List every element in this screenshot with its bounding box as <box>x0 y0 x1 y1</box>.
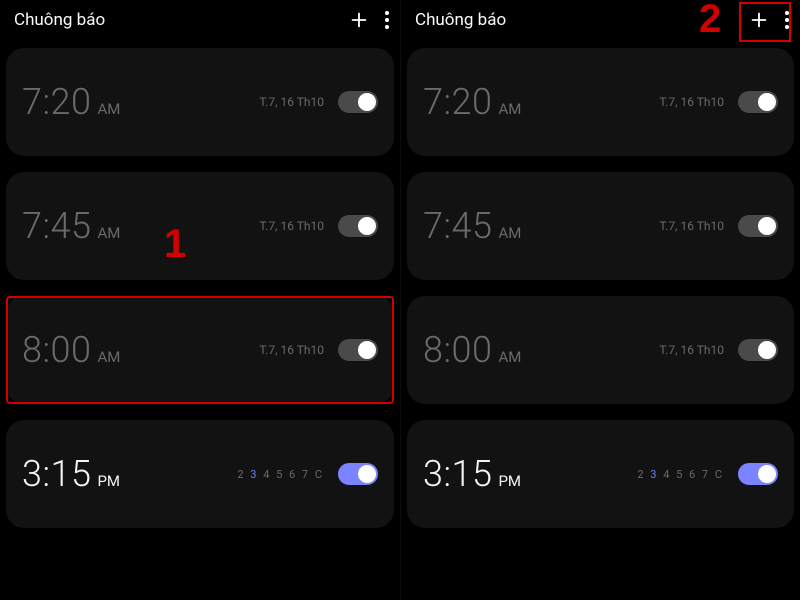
alarm-date: T.7, 16 Th10 <box>259 219 324 233</box>
alarm-toggle[interactable] <box>738 339 778 361</box>
alarm-date: T.7, 16 Th10 <box>659 343 724 357</box>
alarm-toggle[interactable] <box>338 91 378 113</box>
alarm-time: 7:20 <box>22 81 91 123</box>
alarm-right: T.7, 16 Th10 <box>259 215 378 237</box>
alarm-time-block: 3:15 PM <box>423 453 521 495</box>
alarm-card[interactable]: 8:00 AM T.7, 16 Th10 <box>407 296 794 404</box>
alarm-time: 7:45 <box>22 205 91 247</box>
alarm-card[interactable]: 7:20 AM T.7, 16 Th10 <box>6 48 394 156</box>
add-alarm-icon[interactable] <box>348 9 370 31</box>
alarm-right: T.7, 16 Th10 <box>659 215 778 237</box>
alarm-list: 7:20 AM T.7, 16 Th10 7:45 AM T.7, 16 Th1… <box>401 40 800 528</box>
alarm-ampm: AM <box>498 100 521 118</box>
alarm-date: T.7, 16 Th10 <box>259 95 324 109</box>
alarm-card[interactable]: 7:45 AM T.7, 16 Th10 <box>407 172 794 280</box>
alarm-time-block: 3:15 PM <box>22 453 120 495</box>
alarm-time: 3:15 <box>22 453 91 495</box>
page-title: Chuông báo <box>14 10 348 30</box>
annotation-box-2 <box>739 2 791 42</box>
alarm-time: 7:20 <box>423 81 492 123</box>
alarm-ampm: PM <box>97 472 120 490</box>
alarm-time-block: 7:45 AM <box>423 205 521 247</box>
alarm-card[interactable]: 7:20 AM T.7, 16 Th10 <box>407 48 794 156</box>
annotation-label-1: 1 <box>164 222 186 267</box>
screenshot-right: Chuông báo 7:20 AM T.7, 16 Th10 <box>400 0 800 600</box>
alarm-ampm: AM <box>97 100 120 118</box>
annotation-label-2: 2 <box>699 0 721 42</box>
alarm-time: 3:15 <box>423 453 492 495</box>
alarm-right: 2 3 4 5 6 7 C <box>637 463 778 485</box>
alarm-ampm: AM <box>498 348 521 366</box>
alarm-list: 7:20 AM T.7, 16 Th10 7:45 AM T.7, 16 Th1… <box>0 40 400 528</box>
alarm-days: 2 3 4 5 6 7 C <box>237 468 324 481</box>
alarm-time: 7:45 <box>423 205 492 247</box>
alarm-time-block: 7:20 AM <box>423 81 521 123</box>
alarm-date: T.7, 16 Th10 <box>659 95 724 109</box>
alarm-time-block: 8:00 AM <box>423 329 521 371</box>
alarm-right: T.7, 16 Th10 <box>659 339 778 361</box>
more-options-icon[interactable] <box>384 9 390 31</box>
alarm-card[interactable]: 3:15 PM 2 3 4 5 6 7 C <box>6 420 394 528</box>
alarm-ampm: AM <box>498 224 521 242</box>
top-actions <box>348 9 390 31</box>
alarm-toggle[interactable] <box>338 215 378 237</box>
alarm-days: 2 3 4 5 6 7 C <box>637 468 724 481</box>
alarm-card[interactable]: 7:45 AM T.7, 16 Th10 <box>6 172 394 280</box>
topbar: Chuông báo <box>0 0 400 40</box>
alarm-ampm: AM <box>97 224 120 242</box>
alarm-toggle[interactable] <box>338 463 378 485</box>
alarm-ampm: PM <box>498 472 521 490</box>
alarm-time-block: 7:45 AM <box>22 205 120 247</box>
alarm-toggle[interactable] <box>738 91 778 113</box>
alarm-time-block: 7:20 AM <box>22 81 120 123</box>
alarm-right: 2 3 4 5 6 7 C <box>237 463 378 485</box>
alarm-time: 8:00 <box>423 329 492 371</box>
alarm-toggle[interactable] <box>738 215 778 237</box>
alarm-card[interactable]: 3:15 PM 2 3 4 5 6 7 C <box>407 420 794 528</box>
alarm-right: T.7, 16 Th10 <box>259 91 378 113</box>
screenshot-left: Chuông báo 7:20 AM T.7, 16 Th10 <box>0 0 400 600</box>
annotation-box-1 <box>6 296 394 404</box>
alarm-date: T.7, 16 Th10 <box>659 219 724 233</box>
alarm-right: T.7, 16 Th10 <box>659 91 778 113</box>
alarm-toggle[interactable] <box>738 463 778 485</box>
